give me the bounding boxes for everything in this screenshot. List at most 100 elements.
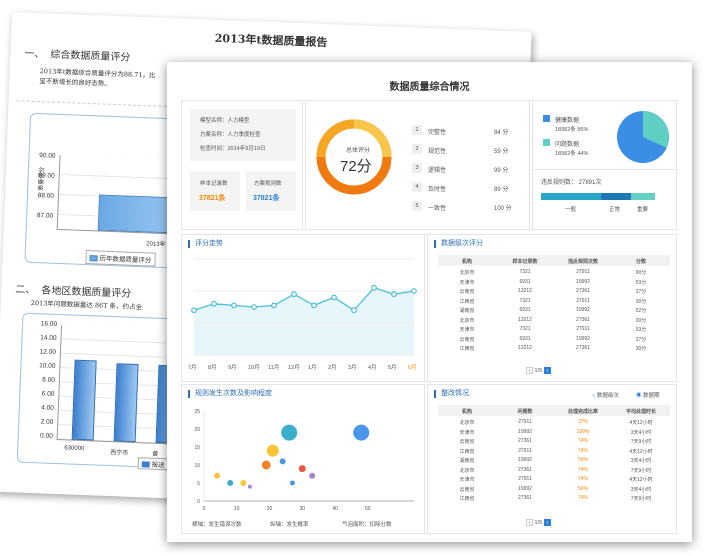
dashboard-title: 数据质量综合情况 [389,82,470,93]
table-cell: 19992 [518,457,532,463]
next-page-button[interactable]: › [543,519,551,526]
table-cell: 7天9小时 [630,439,652,445]
trend-x-tick: 2月 [328,365,337,371]
table-cell: 云南省 [459,439,475,445]
score-panel: 总体评分 72分 1 完整性 84 分 2 规范性 59 分 3 逻辑性 99 … [305,100,530,230]
page-indicator: 1/5 [534,367,543,374]
x-tick: 0 [203,506,206,512]
trend-point [251,304,257,310]
score-row: 3 逻辑性 99 分 [412,161,522,177]
violation-level: 重要 [637,207,649,213]
toggle-level[interactable]: ○ 数据级次 [592,391,619,399]
column-header: 平均处理时长 [625,409,656,415]
table-row: 天津市 19992 100% 3天4小时 [438,429,670,437]
y-tick: 10 [194,463,200,469]
legend-swatch [543,139,550,146]
rectify-panel: 整改情况 ○ 数据级次 ◉ 数据期 机构 问题数 处理完成比率 平均处理时长 北京市 27… [427,384,677,534]
trend-point [191,307,197,314]
y-tick: 0.00 [39,432,53,440]
toggle-period-label: 数据期 [643,393,660,399]
x-tick: 50 [365,506,371,512]
score-row: 2 规范性 59 分 [412,142,522,158]
next-page-button[interactable]: › [543,367,551,374]
score-value: 99 分 [494,168,509,174]
y-tick: 25 [194,409,200,415]
trend-x-tick: 3月 [348,365,357,371]
check-time: 检查时间：2014年9月19日 [200,146,266,152]
y-tick: 2.00 [40,418,54,426]
rectify-table: 机构 问题数 处理完成比率 平均处理时长 北京市 27911 37% 4天12小时 天津市 199… [438,405,670,505]
toggle-period[interactable]: ◉ 数据期 [636,391,660,399]
table-cell: 27分 [635,289,647,295]
rectify-pager: ‹ 1/5 › [526,519,551,526]
trend-point [311,302,317,309]
table-cell: 6931 [519,307,531,313]
section1-heading: 综合数据质量评分 [50,49,131,64]
column-header: 样本记录数 [512,259,538,265]
pie-legend-problem: 问题数据 [555,142,580,148]
health-pie [617,111,669,163]
score-name: 规范性 [428,149,447,155]
trend-point [371,284,377,291]
score-rank: 3 [412,163,422,173]
plan-name: 方案名称：人力季度检查 [200,132,261,138]
prev-page-button[interactable]: ‹ [526,367,533,374]
score-rank: 1 [412,125,422,135]
score-name: 一致性 [428,206,447,212]
y-tick: 0 [197,499,200,505]
table-cell: 19992 [518,428,532,435]
table-cell: 7321 [519,297,531,304]
trend-x-tick: 4月 [368,365,377,371]
table-cell: 7321 [519,269,531,275]
table-cell: 7天9小时 [630,496,652,502]
model-name: 模型名称：人力模型 [200,118,250,124]
chart1-xtick: 2013年 [146,241,166,249]
trend-point [291,291,297,298]
prev-page-button[interactable]: ‹ [526,519,533,526]
level-title: 数据级次评分 [434,240,483,248]
trend-x-tick: 8月 [208,365,217,371]
table-cell: 4天12小时 [629,448,653,455]
table-cell: 27911 [518,476,532,482]
table-row: 北京市 13212 27361 30分 [438,317,670,325]
table-cell: 江西省 [459,346,475,352]
trend-title: 评分走势 [188,240,223,248]
table-cell: 湖南省 [459,458,475,464]
info-panel: 模型名称：人力模型 方案名称：人力季度检查 检查时间：2014年9月19日 样本… [181,100,303,230]
score-rank: 4 [412,182,422,192]
y-tick: 6.00 [41,390,55,398]
rectify-title: 整改情况 [434,390,469,398]
trend-point [391,291,397,298]
pie-legend-healthy: 健康数据 [555,118,580,124]
table-row: 天津市 7321 27911 53分 [438,326,670,334]
table-cell: 27361 [576,288,590,294]
table-cell: 30分 [635,298,647,305]
section2-num: 二、 [15,284,36,297]
sample-count-card [190,171,240,211]
score-value: 100 分 [494,206,512,212]
table-cell: 53分 [635,279,647,286]
y-tick: 16.00 [40,320,58,328]
x-tick: 630000 [64,445,85,453]
table-cell: 19992 [576,335,590,342]
table-cell: 天津市 [459,429,475,436]
score-name: 逻辑性 [428,168,447,174]
violations-label: 违反规则数： 27891次 [541,180,602,186]
x-tick: 20 [267,506,273,512]
table-cell: 北京市 [459,317,475,324]
x-tick: 10 [234,506,240,512]
bar [113,363,139,443]
table-row: 北京市 27361 74% 7天9小时 [438,467,670,475]
score-name: 完整性 [428,130,447,136]
table-cell: 27361 [576,316,590,323]
table-header: 机构 样本记录数 违反规则次数 分数 [438,255,670,266]
legend-swatch [543,115,550,122]
chart1-legend: 历年数据质量评分 [85,250,156,267]
table-row: 云南省 13212 27361 27分 [438,288,670,296]
page-indicator: 1/5 [534,519,543,526]
table-cell: 27分 [635,336,647,343]
table-row: 湖南省 19992 56% 3天4小时 [438,457,670,465]
y-tick: 12.00 [39,348,57,356]
table-cell: 27911 [518,419,532,425]
violation-bar-normal [601,193,631,200]
